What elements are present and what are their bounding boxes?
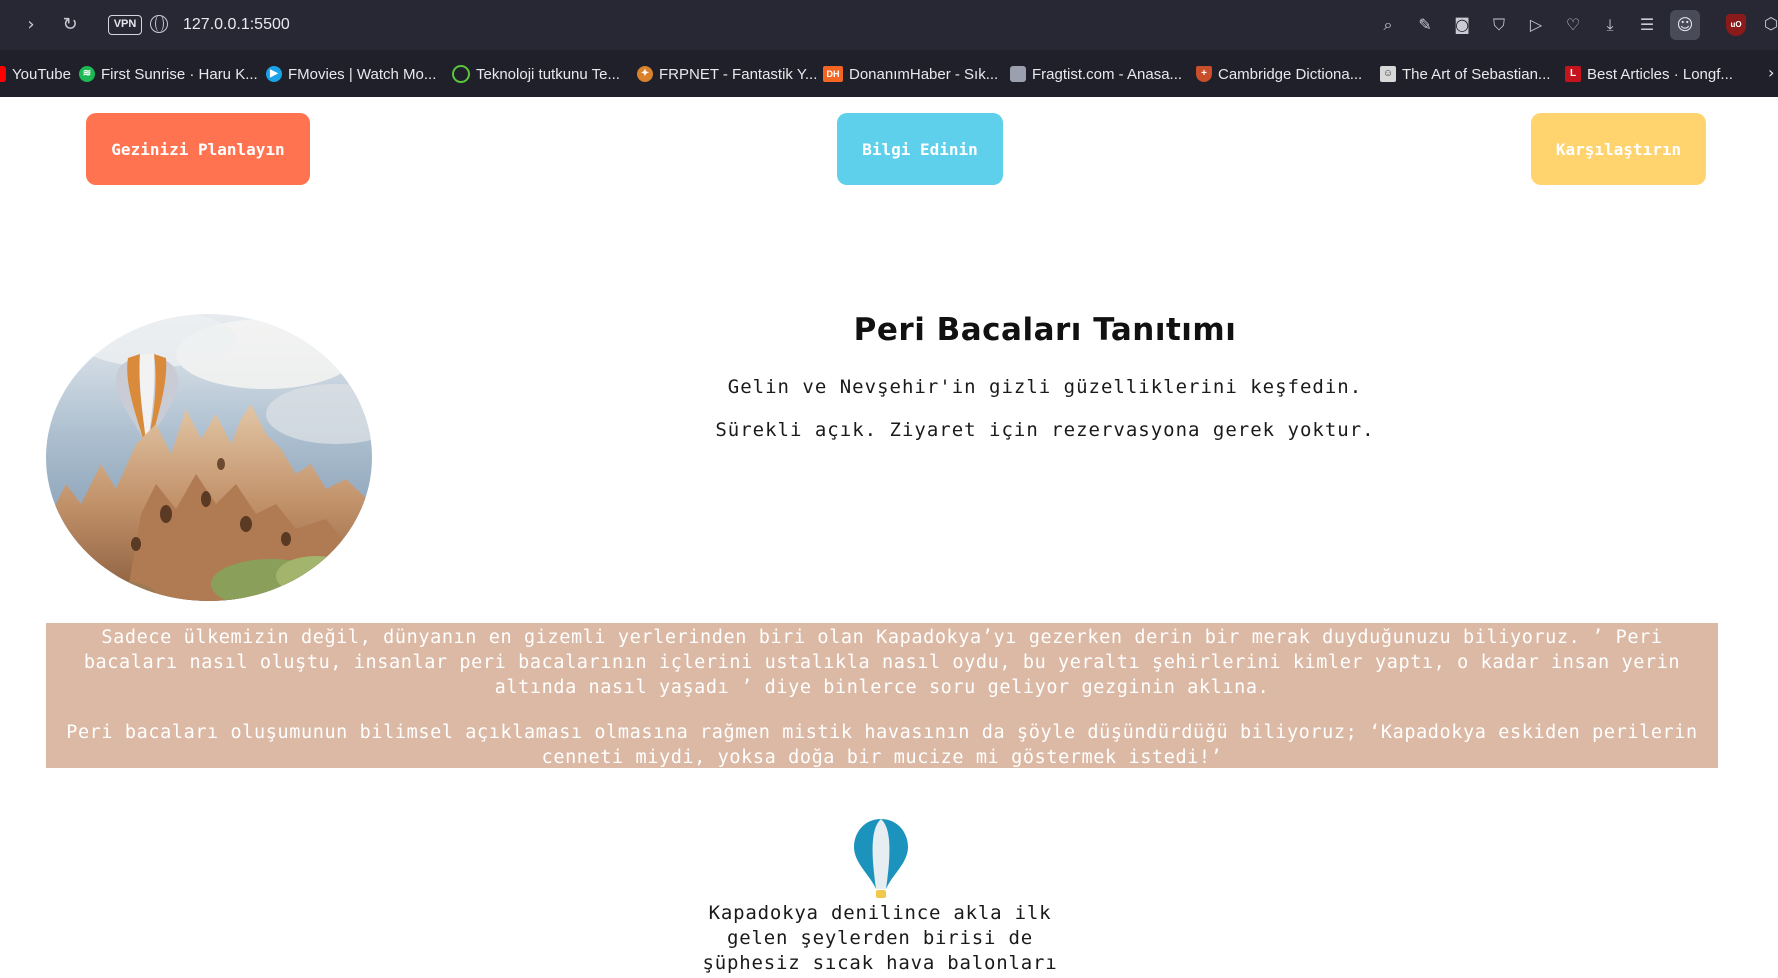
camera-icon[interactable]: ◙ [1449, 12, 1475, 38]
get-info-button[interactable]: Bilgi Edinin [837, 113, 1003, 185]
dh-icon: DH [823, 66, 843, 82]
portrait-icon: ☺ [1380, 66, 1396, 82]
page-content: Gezinizi Planlayın Bilgi Edinin Karşılaş… [0, 97, 1778, 978]
vpn-badge[interactable]: VPN [108, 15, 142, 35]
balloon-caption: Kapadokya denilince akla ilk gelen şeyle… [702, 902, 1058, 974]
bookmark-label: First Sunrise · Haru K... [101, 65, 258, 83]
bookmark-sebastian[interactable]: ☺ The Art of Sebastian... [1380, 63, 1550, 85]
hero-subtitle: Gelin ve Nevşehir'in gizli güzelliklerin… [727, 376, 1363, 398]
bookmark-youtube[interactable]: YouTube [0, 63, 71, 85]
profile-icon[interactable]: ☺ [1670, 10, 1700, 40]
url-field[interactable]: 127.0.0.1:5500 [183, 16, 290, 34]
frpnet-icon: ✦ [637, 66, 653, 82]
bookmark-cambridge[interactable]: + Cambridge Dictiona... [1196, 63, 1362, 85]
bookmark-label: YouTube [12, 65, 71, 83]
bookmark-label: DonanımHaber - Sık... [849, 65, 999, 83]
download-icon[interactable]: ⤓ [1597, 12, 1623, 38]
shield-icon[interactable]: ⛉ [1486, 12, 1512, 38]
bookmark-label: FRPNET - Fantastik Y... [659, 65, 818, 83]
site-info-icon[interactable] [150, 15, 168, 33]
bookmarks-bar: YouTube ≋ First Sunrise · Haru K... ▶ FM… [0, 50, 1778, 97]
hero-opening-info: Sürekli açık. Ziyaret için rezervasyona … [715, 419, 1375, 441]
story-paragraph: Peri bacaları oluşumunun bilimsel açıkla… [66, 722, 1698, 768]
longform-icon: L [1565, 66, 1581, 82]
cambridge-icon: + [1196, 66, 1212, 82]
bookmark-donanimhaber[interactable]: DH DonanımHaber - Sık... [823, 63, 998, 85]
youtube-icon [0, 66, 6, 82]
bookmark-label: Teknoloji tutkunu Te... [476, 65, 620, 83]
hot-air-balloon-icon [852, 817, 910, 899]
fragtist-icon [1010, 66, 1026, 82]
bookmark-label: Cambridge Dictiona... [1218, 65, 1363, 83]
ublock-icon[interactable]: uO [1726, 14, 1746, 36]
reload-icon[interactable]: ↻ [57, 12, 83, 38]
page-title: Peri Bacaları Tanıtımı [853, 312, 1237, 348]
bookmark-label: The Art of Sebastian... [1402, 65, 1551, 83]
bookmark-fragtist[interactable]: Fragtist.com - Anasa... [1010, 63, 1182, 85]
story-section: Sadece ülkemizin değil, dünyanın en gize… [46, 623, 1718, 768]
bookmark-teknoloji[interactable]: Teknoloji tutkunu Te... [452, 63, 620, 85]
menu-icon[interactable]: ☰ [1634, 12, 1660, 38]
send-icon[interactable]: ▷ [1523, 12, 1549, 38]
bookmark-spotify[interactable]: ≋ First Sunrise · Haru K... [79, 63, 258, 85]
extension-icon[interactable]: ⬡ [1764, 14, 1778, 36]
power-icon [452, 65, 470, 83]
bookmark-label: Best Articles · Longf... [1587, 65, 1733, 83]
play-icon: ▶ [266, 66, 282, 82]
story-paragraph: Sadece ülkemizin değil, dünyanın en gize… [83, 627, 1681, 698]
heart-icon[interactable]: ♡ [1560, 12, 1586, 38]
edit-icon[interactable]: ✎ [1412, 12, 1438, 38]
bookmark-label: FMovies | Watch Mo... [288, 65, 437, 83]
browser-chrome: › ↻ VPN 127.0.0.1:5500 ⌕ ✎ ◙ ⛉ ▷ ♡ ⤓ ☰ ☺… [0, 0, 1778, 97]
bookmark-longform[interactable]: L Best Articles · Longf... [1565, 63, 1733, 85]
bookmark-label: Fragtist.com - Anasa... [1032, 65, 1183, 83]
bookmark-frpnet[interactable]: ✦ FRPNET - Fantastik Y... [637, 63, 817, 85]
forward-icon[interactable]: › [18, 12, 44, 38]
cappadocia-photo [46, 314, 372, 601]
bookmark-fmovies[interactable]: ▶ FMovies | Watch Mo... [266, 63, 436, 85]
chevron-right-icon[interactable]: › [1768, 63, 1774, 82]
spotify-icon: ≋ [79, 66, 95, 82]
plan-trip-button[interactable]: Gezinizi Planlayın [86, 113, 310, 185]
search-icon[interactable]: ⌕ [1375, 12, 1401, 38]
compare-button[interactable]: Karşılaştırın [1531, 113, 1706, 185]
address-bar: › ↻ VPN 127.0.0.1:5500 ⌕ ✎ ◙ ⛉ ▷ ♡ ⤓ ☰ ☺… [0, 0, 1778, 50]
